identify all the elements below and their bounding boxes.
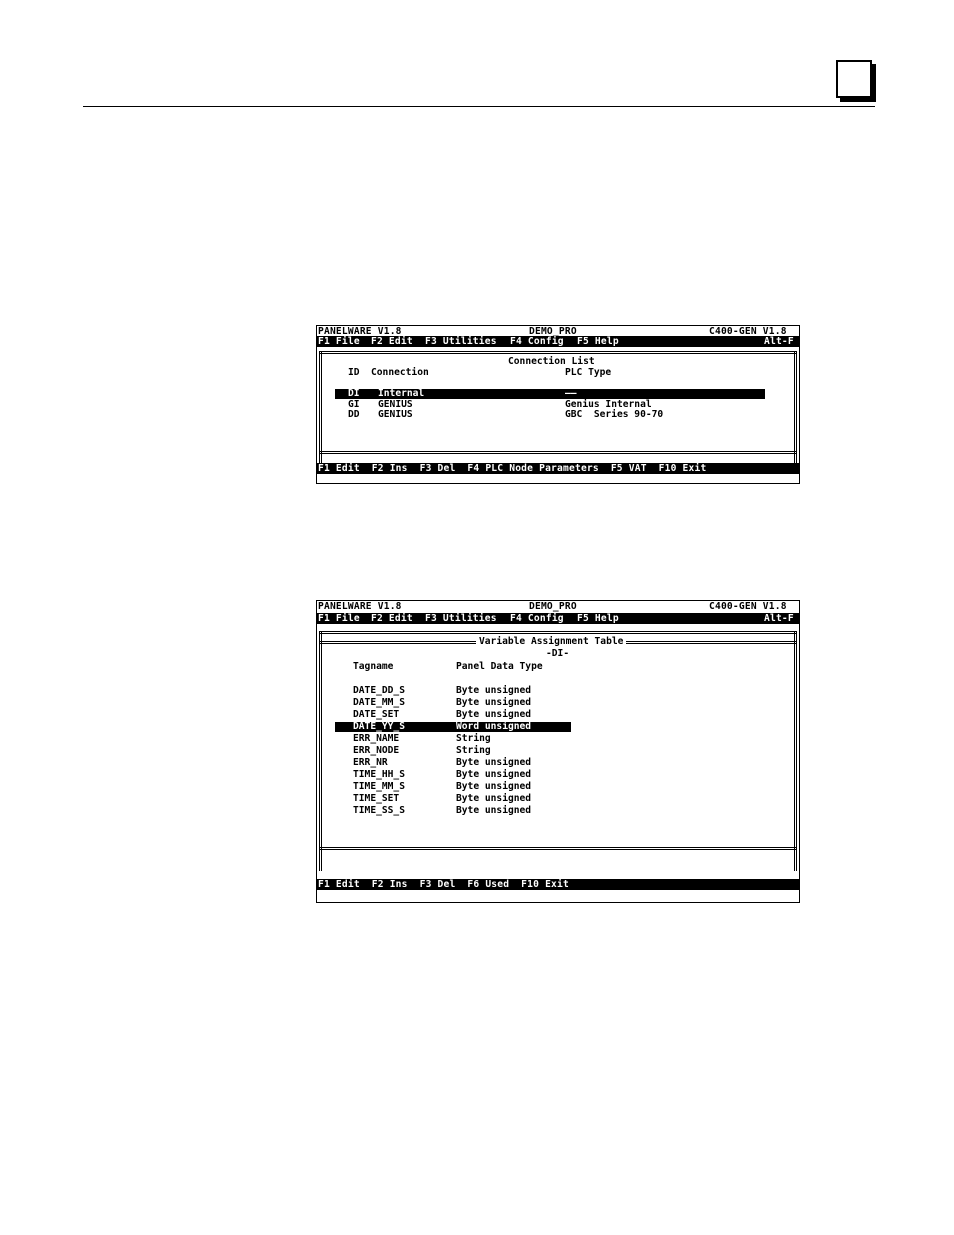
menu-config[interactable]: F4 Config bbox=[510, 336, 564, 347]
menu-help[interactable]: F5 Help bbox=[577, 613, 619, 624]
function-keys[interactable]: F1 Edit F2 Ins F3 Del F6 Used F10 Exit bbox=[318, 879, 569, 890]
panel-title: Variable Assignment Table bbox=[476, 636, 627, 647]
column-plc-type: PLC Type bbox=[565, 367, 612, 378]
column-id: ID bbox=[348, 367, 360, 378]
row-plc-type[interactable]: GBC Series 90-70 bbox=[565, 409, 663, 420]
project-name: DEMO_PRO bbox=[529, 601, 577, 612]
tag-name[interactable]: TIME_SET bbox=[353, 793, 399, 804]
tag-type[interactable]: Byte unsigned bbox=[456, 709, 531, 720]
row-connection[interactable]: Internal bbox=[378, 388, 424, 399]
row-plc-type[interactable]: —— bbox=[565, 388, 577, 399]
menu-file[interactable]: F1 File bbox=[318, 336, 360, 347]
panel-title: Connection List bbox=[505, 356, 598, 367]
tag-type[interactable]: Byte unsigned bbox=[456, 757, 531, 768]
tag-name[interactable]: TIME_MM_S bbox=[353, 781, 405, 792]
menu-utilities[interactable]: F3 Utilities bbox=[425, 613, 497, 624]
menu-file[interactable]: F1 File bbox=[318, 613, 360, 624]
panel-status-separator bbox=[319, 451, 797, 454]
tag-type[interactable]: Word unsigned bbox=[456, 721, 531, 732]
column-panel-data-type: Panel Data Type bbox=[456, 661, 543, 672]
page-header-rule bbox=[83, 106, 875, 107]
tag-name[interactable]: TIME_SS_S bbox=[353, 805, 405, 816]
row-connection[interactable]: GENIUS bbox=[378, 409, 413, 420]
tag-name[interactable]: DATE_SET bbox=[353, 709, 399, 720]
function-keys[interactable]: F1 Edit F2 Ins F3 Del F4 PLC Node Parame… bbox=[318, 463, 706, 474]
tag-type[interactable]: Byte unsigned bbox=[456, 685, 531, 696]
tag-type[interactable]: Byte unsigned bbox=[456, 805, 531, 816]
menu-edit[interactable]: F2 Edit bbox=[371, 336, 413, 347]
app-version: PANELWARE V1.8 bbox=[318, 601, 402, 612]
menu-help[interactable]: F5 Help bbox=[577, 336, 619, 347]
column-connection: Connection bbox=[371, 367, 429, 378]
tag-type[interactable]: String bbox=[456, 733, 491, 744]
menu-utilities[interactable]: F3 Utilities bbox=[425, 336, 497, 347]
tag-type[interactable]: String bbox=[456, 745, 491, 756]
panel-subtitle: -DI- bbox=[546, 648, 570, 659]
tag-name[interactable]: DATE_MM_S bbox=[353, 697, 405, 708]
tag-name[interactable]: ERR_NAME bbox=[353, 733, 399, 744]
menu-hotkey: Alt-F bbox=[764, 613, 794, 624]
tag-type[interactable]: Byte unsigned bbox=[456, 697, 531, 708]
tag-name[interactable]: TIME_HH_S bbox=[353, 769, 405, 780]
menu-bar: F1 File F2 Edit F3 Utilities F4 Config F… bbox=[317, 613, 799, 624]
chapter-tab-box bbox=[836, 60, 872, 98]
menu-edit[interactable]: F2 Edit bbox=[371, 613, 413, 624]
function-key-bar: F1 Edit F2 Ins F3 Del F6 Used F10 Exit bbox=[317, 879, 799, 890]
tag-name[interactable]: ERR_NODE bbox=[353, 745, 399, 756]
tag-name[interactable]: DATE_DD_S bbox=[353, 685, 405, 696]
target-name: C400-GEN V1.8 bbox=[709, 601, 787, 612]
tag-type[interactable]: Byte unsigned bbox=[456, 769, 531, 780]
tag-name[interactable]: ERR_NR bbox=[353, 757, 388, 768]
panel-status-separator bbox=[319, 847, 797, 850]
row-id[interactable]: DD bbox=[348, 409, 360, 420]
status-bar: PANELWARE V1.8 DEMO_PRO C400-GEN V1.8 bbox=[317, 601, 799, 612]
function-key-bar: F1 Edit F2 Ins F3 Del F4 PLC Node Parame… bbox=[317, 463, 799, 474]
tag-type[interactable]: Byte unsigned bbox=[456, 793, 531, 804]
row-id[interactable]: DI bbox=[348, 388, 360, 399]
connection-list-screen: PANELWARE V1.8 DEMO_PRO C400-GEN V1.8 F1… bbox=[316, 325, 800, 484]
tag-type[interactable]: Byte unsigned bbox=[456, 781, 531, 792]
column-tagname: Tagname bbox=[353, 661, 394, 672]
menu-config[interactable]: F4 Config bbox=[510, 613, 564, 624]
tag-name[interactable]: DATE_YY_S bbox=[353, 721, 405, 732]
menu-hotkey: Alt-F bbox=[764, 336, 794, 347]
variable-assignment-screen: PANELWARE V1.8 DEMO_PRO C400-GEN V1.8 F1… bbox=[316, 600, 800, 903]
menu-bar: F1 File F2 Edit F3 Utilities F4 Config F… bbox=[317, 336, 799, 347]
